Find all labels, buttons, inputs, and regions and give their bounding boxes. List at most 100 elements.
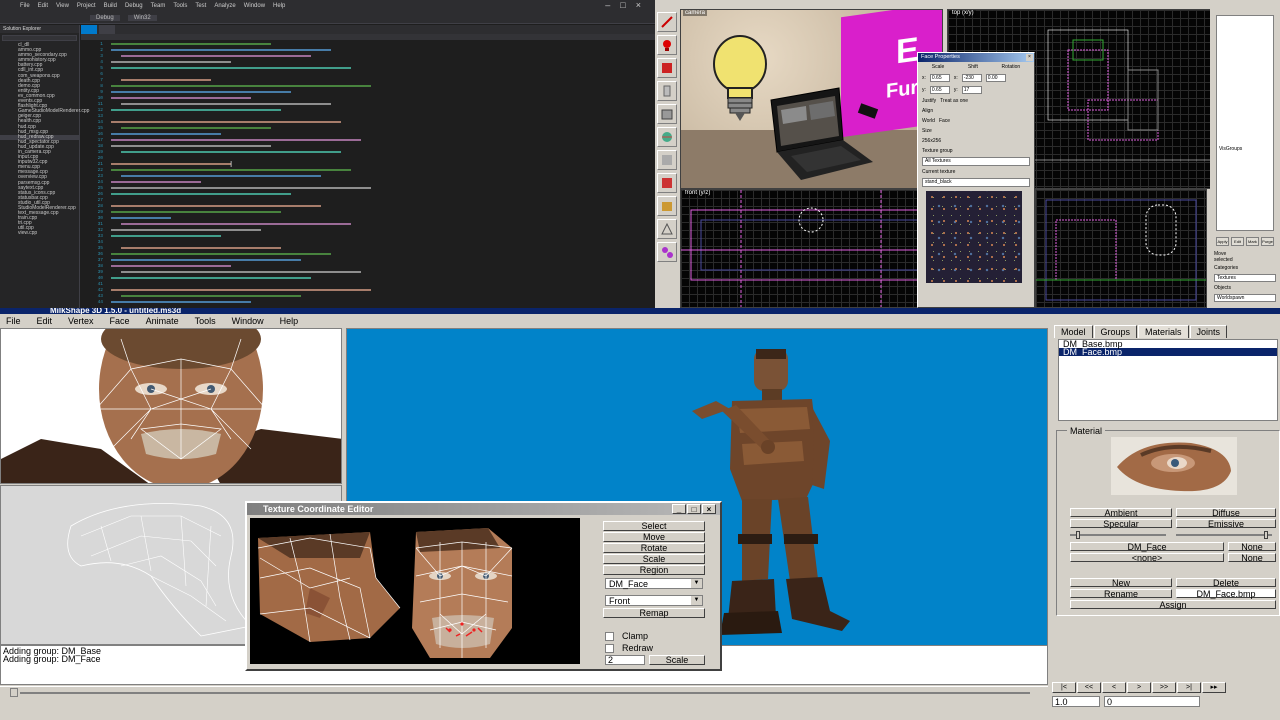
config-dropdown[interactable]: Debug	[90, 14, 120, 21]
emissive-button[interactable]: Emissive	[1176, 519, 1276, 529]
menu-debug[interactable]: Debug	[125, 3, 143, 9]
texture-editor-titlebar[interactable]: Texture Coordinate Editor _ □ ×	[247, 503, 720, 515]
texture-button[interactable]: DM_Face	[1070, 542, 1224, 552]
tab-joints[interactable]: Joints	[1189, 325, 1228, 338]
current-frame-field[interactable]: 1.0	[1052, 696, 1100, 707]
decal-tool-icon[interactable]	[657, 173, 677, 193]
mark-button[interactable]: Mark	[1246, 237, 1259, 246]
first-frame-icon[interactable]: |<	[1052, 682, 1076, 693]
menu-window[interactable]: Window	[244, 3, 265, 9]
menu-file[interactable]: File	[20, 3, 30, 9]
apply-texture-icon[interactable]	[657, 150, 677, 170]
assign-button[interactable]: Assign	[1070, 600, 1276, 610]
menu-edit[interactable]: Edit	[38, 3, 48, 9]
specular-button[interactable]: Specular	[1070, 519, 1172, 529]
alpha-texture-button[interactable]: <none>	[1070, 553, 1224, 563]
timeline-track[interactable]	[20, 692, 1030, 694]
menu-vertex[interactable]: Vertex	[62, 314, 104, 328]
y-shift-field[interactable]: 17	[961, 86, 982, 94]
material-select[interactable]: DM_Face ▼	[605, 578, 703, 589]
edit-button[interactable]: Edit	[1231, 237, 1244, 246]
textures-list[interactable]: Textures	[1214, 274, 1276, 282]
tab-groups[interactable]: Groups	[1093, 325, 1138, 338]
vertex-tool-icon[interactable]	[657, 219, 677, 239]
redraw-checkbox[interactable]: Redraw	[605, 643, 653, 653]
materials-list[interactable]: DM_Base.bmp DM_Face.bmp	[1058, 339, 1278, 421]
tab-file[interactable]	[99, 25, 115, 34]
tab-model[interactable]: Model	[1054, 325, 1093, 338]
menu-help[interactable]: Help	[274, 314, 309, 328]
shininess-slider[interactable]	[1070, 531, 1166, 539]
menu-build[interactable]: Build	[104, 3, 117, 9]
camera-viewport[interactable]: E Fur camera	[680, 9, 943, 189]
tab-materials[interactable]: Materials	[1138, 325, 1189, 338]
window-controls[interactable]: –□×	[605, 0, 651, 10]
menu-test[interactable]: Test	[195, 3, 206, 9]
rotate-button[interactable]: Rotate	[603, 543, 705, 553]
solution-search-input[interactable]	[2, 35, 77, 41]
slider-knob[interactable]	[1264, 531, 1268, 539]
menu-animate[interactable]: Animate	[140, 314, 189, 328]
rename-material-button[interactable]: Rename	[1070, 589, 1172, 599]
remap-button[interactable]: Remap	[603, 608, 705, 618]
close-icon[interactable]: ×	[1026, 54, 1033, 61]
menu-file[interactable]: File	[0, 314, 31, 328]
apply-scale-button[interactable]: Scale	[649, 655, 705, 665]
face-closeup-viewport[interactable]	[0, 328, 342, 484]
y-scale-field[interactable]: 0.65	[929, 86, 950, 94]
x-shift-field[interactable]: -230	[961, 74, 982, 82]
close-icon[interactable]: ×	[702, 504, 716, 514]
timeline-thumb[interactable]	[10, 688, 18, 697]
block-tool-icon[interactable]	[657, 104, 677, 124]
entity-tool-icon[interactable]	[657, 81, 677, 101]
texture-group-select[interactable]: All Textures	[922, 157, 1030, 166]
path-tool-icon[interactable]	[657, 242, 677, 262]
clamp-checkbox-box[interactable]	[605, 631, 614, 641]
face-checkbox[interactable]: Face	[939, 118, 950, 124]
worldspawn-list[interactable]: Worldspawn	[1214, 294, 1276, 302]
clamp-checkbox[interactable]: Clamp	[605, 631, 648, 641]
menu-tools[interactable]: Tools	[173, 3, 187, 9]
region-button[interactable]: Region	[603, 565, 705, 575]
x-scale-field[interactable]: 0.65	[929, 74, 950, 82]
menu-window[interactable]: Window	[226, 314, 274, 328]
laptop-model[interactable]	[761, 80, 881, 189]
prev-frame-icon[interactable]: <	[1102, 682, 1126, 693]
prev-key-icon[interactable]: <<	[1077, 682, 1101, 693]
chevron-down-icon[interactable]: ▼	[691, 596, 702, 605]
menu-face[interactable]: Face	[104, 314, 140, 328]
delete-material-button[interactable]: Delete	[1176, 578, 1276, 588]
purge-button[interactable]: Purge	[1261, 237, 1274, 246]
menu-edit[interactable]: Edit	[31, 314, 63, 328]
ambient-button[interactable]: Ambient	[1070, 508, 1172, 518]
selection-tool-icon[interactable]	[657, 12, 677, 32]
scale-button[interactable]: Scale	[603, 554, 705, 564]
menu-analyze[interactable]: Analyze	[214, 3, 235, 9]
object-list[interactable]: VisGroups	[1216, 15, 1274, 231]
front-viewport[interactable]: front (y/z)	[680, 189, 943, 308]
face-properties-titlebar[interactable]: Face Properties ×	[918, 53, 1034, 62]
camera-tool-icon[interactable]	[657, 58, 677, 78]
menu-project[interactable]: Project	[77, 3, 96, 9]
texture-file-field[interactable]: DM_Face.bmp	[1176, 589, 1276, 599]
alpha-none-button[interactable]: None	[1228, 553, 1276, 563]
uv-canvas[interactable]	[250, 518, 580, 664]
chevron-down-icon[interactable]: ▼	[691, 579, 702, 588]
maximize-icon[interactable]: □	[687, 504, 701, 514]
next-key-icon[interactable]: >>	[1152, 682, 1176, 693]
magnify-tool-icon[interactable]	[657, 35, 677, 55]
current-texture-select[interactable]: stand_black	[922, 178, 1030, 187]
redraw-checkbox-box[interactable]	[605, 643, 614, 653]
menu-help[interactable]: Help	[273, 3, 285, 9]
timeline-slider[interactable]	[0, 686, 1048, 698]
treat-as-one-checkbox[interactable]: Treat as one	[940, 98, 968, 104]
apply-button[interactable]: Apply	[1216, 237, 1229, 246]
texture-none-button[interactable]: None	[1228, 542, 1276, 552]
scale-factor-input[interactable]: 2	[605, 655, 645, 665]
last-frame-icon[interactable]: >|	[1177, 682, 1201, 693]
code-area[interactable]: 1 2 3 4 5 6 7 8 9 10 11 12 13 14 15 16 17 18 19 20 21 22 23 24 2…	[81, 40, 655, 306]
transparency-slider[interactable]	[1176, 531, 1272, 539]
platform-dropdown[interactable]: Win32	[127, 14, 157, 21]
file-tree-item[interactable]: view.cpp	[0, 231, 79, 236]
select-button[interactable]: Select	[603, 521, 705, 531]
